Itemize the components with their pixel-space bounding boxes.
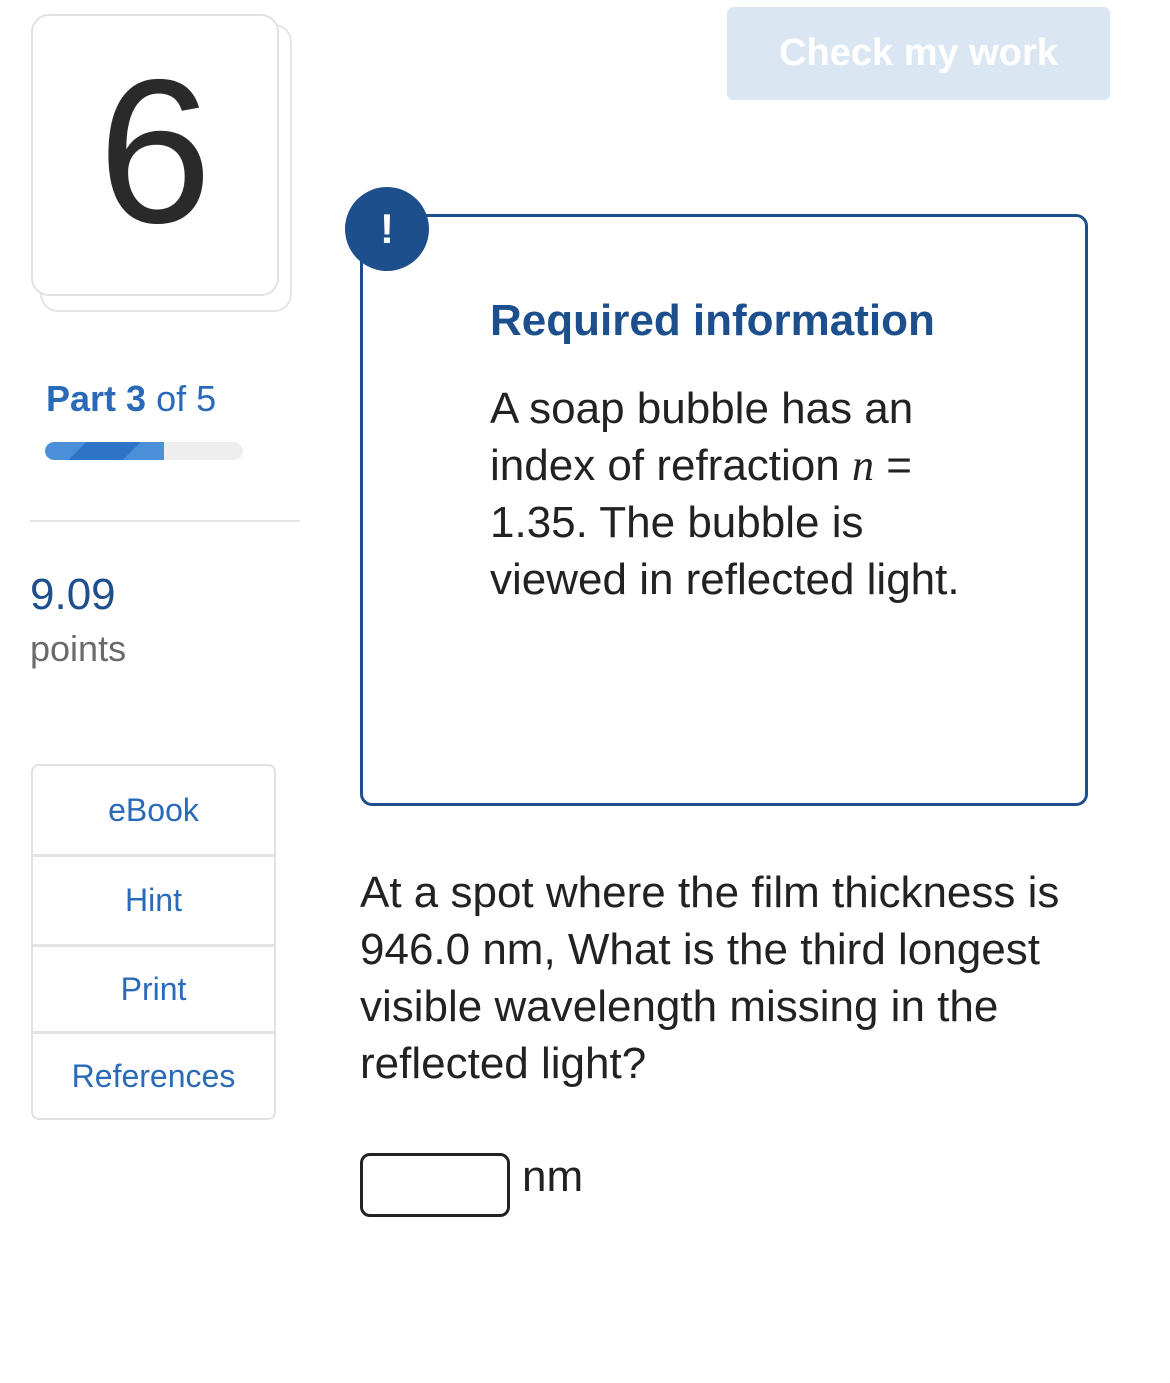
required-information-title: Required information [490,296,935,345]
part-total: of 5 [156,378,217,419]
required-information-text: A soap bubble has an index of refraction… [490,380,960,608]
part-progress-bar [45,442,243,460]
check-my-work-button[interactable]: Check my work [727,7,1110,100]
sidebar-divider [30,520,300,522]
points-label: points [30,628,127,669]
info-text-prefix: A soap bubble has an index of refraction [490,384,914,490]
part-label: Part [46,378,117,419]
part-current: 3 [126,378,147,419]
ebook-button[interactable]: eBook [33,766,274,857]
question-number: 6 [97,36,212,266]
tools-panel: eBook Hint Print References [31,764,276,1120]
alert-icon: ! [345,187,429,271]
answer-unit: nm [522,1152,584,1201]
part-indicator: Part 3 of 5 [46,378,216,420]
print-button[interactable]: Print [33,947,274,1034]
part-progress-fill [45,442,164,460]
references-button[interactable]: References [33,1034,274,1118]
question-number-card: 6 [31,14,279,296]
points-value: 9.09 [30,570,116,619]
question-text: At a spot where the film thickness is 94… [360,868,1060,1088]
variable-n: n [851,441,874,490]
hint-button[interactable]: Hint [33,857,274,947]
answer-input[interactable] [360,1153,510,1217]
